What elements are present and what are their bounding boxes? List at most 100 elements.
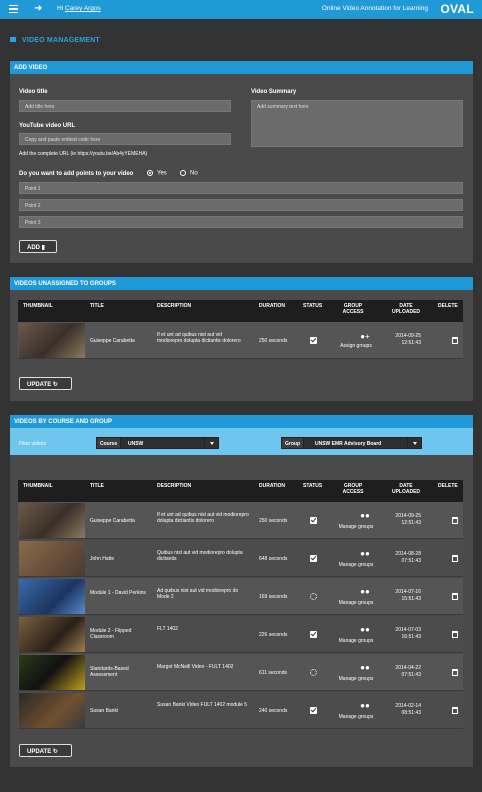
row-title: Guiseppe Carabetta [90, 518, 135, 524]
top-bar: ➜ Hi Carey Argos Online Video Annotation… [0, 0, 482, 19]
radio-yes-button[interactable] [147, 170, 153, 176]
radio-no[interactable]: No [180, 170, 198, 177]
group-select[interactable]: Group UNSW EMR Advisory Board [281, 437, 422, 449]
table-row: Susan Banki Susan Banki Video FULT 1402 m… [18, 692, 463, 729]
delete-trash-icon[interactable] [452, 555, 458, 562]
delete-trash-icon[interactable] [452, 631, 458, 638]
col-group-access: GROUP ACCESS [342, 483, 364, 495]
video-thumbnail[interactable] [19, 693, 85, 728]
delete-trash-icon[interactable] [452, 707, 458, 714]
video-title-label: Video title [19, 89, 48, 95]
filter-bar: Filter videos Course UNSW Group UNSW EMR… [10, 428, 473, 455]
points-question: Do you want to add points to your video [19, 171, 134, 177]
update-button[interactable]: UPDATE ↻ [19, 744, 72, 757]
delete-trash-icon[interactable] [452, 669, 458, 676]
row-time: 16:51:43 [401, 634, 421, 640]
status-processing-icon [310, 669, 317, 676]
manage-groups-link[interactable]: Manage groups [336, 638, 376, 644]
by-course-table-header: THUMBNAIL TITLE DESCRIPTION DURATION STA… [18, 480, 463, 502]
row-description: FLT 1402 [157, 626, 178, 632]
row-time: 07:51:43 [401, 672, 421, 678]
col-description: DESCRIPTION [157, 483, 192, 489]
video-thumbnail[interactable] [19, 541, 85, 576]
group-select-label: Group [282, 438, 304, 448]
col-date-uploaded: DATE UPLOADED [391, 483, 421, 495]
assign-groups-link[interactable]: Assign groups [336, 343, 376, 349]
col-title: TITLE [90, 303, 104, 309]
status-processing-icon [310, 593, 317, 600]
col-duration: DURATION [259, 303, 286, 309]
row-duration: 250 seconds [259, 338, 288, 344]
sign-out-icon[interactable]: ➜ [34, 3, 42, 15]
row-description: Ad quibus nist aut vid modiorepro do Mod… [157, 588, 239, 600]
chevron-down-icon[interactable] [204, 438, 218, 448]
video-thumbnail[interactable] [19, 579, 85, 614]
radio-yes[interactable]: Yes [147, 170, 167, 177]
row-title: John Hatte [90, 556, 115, 562]
row-duration: 611 seconds [259, 670, 287, 676]
row-time: 12:51:43 [401, 520, 421, 526]
row-duration: 240 seconds [259, 708, 288, 714]
unassigned-header: VIDEOS UNASSIGNED TO GROUPS [10, 279, 473, 290]
col-title: TITLE [90, 483, 104, 489]
youtube-url-input[interactable]: Copy and paste embed code here [19, 133, 231, 145]
row-date: 2014-02-14 [395, 703, 421, 709]
table-row: Standards-Based Assessment Margot McNeill… [18, 654, 463, 691]
hamburger-icon[interactable] [9, 5, 18, 13]
add-video-button[interactable]: ADD ▮ [19, 240, 57, 253]
status-done-icon [310, 555, 317, 562]
video-thumbnail[interactable] [19, 503, 85, 538]
video-thumbnail[interactable] [19, 617, 85, 652]
manage-groups-link[interactable]: Manage groups [336, 676, 376, 682]
point-input-1[interactable]: Point 1 [19, 182, 463, 194]
manage-groups-link[interactable]: Manage groups [336, 714, 376, 720]
oval-logo[interactable]: OVAL [440, 2, 474, 16]
row-time: 07:51:43 [401, 558, 421, 564]
assign-groups-icon[interactable]: ●+ [343, 332, 387, 341]
refresh-icon: ↻ [52, 749, 58, 755]
user-name-link[interactable]: Carey Argos [65, 5, 101, 12]
update-button[interactable]: UPDATE ↻ [19, 377, 72, 390]
status-done-icon [310, 707, 317, 714]
delete-trash-icon[interactable] [452, 517, 458, 524]
table-row: Module 1 - David Perkins Ad quibus nist a… [18, 578, 463, 615]
point-input-3[interactable]: Point 3 [19, 216, 463, 228]
manage-groups-icon[interactable]: ●● [343, 625, 387, 634]
manage-groups-icon[interactable]: ●● [343, 587, 387, 596]
table-row: Guiseppe Carabetta If et unt ad quibus ni… [18, 502, 463, 539]
videos-by-course-panel: VIDEOS BY COURSE AND GROUP Filter videos… [10, 415, 473, 767]
radio-no-button[interactable] [180, 170, 186, 176]
course-select-value: UNSW [128, 441, 144, 447]
col-status: STATUS [303, 483, 323, 489]
group-select-value: UNSW EMR Advisory Board [315, 441, 382, 447]
refresh-icon: ↻ [52, 382, 58, 388]
manage-groups-icon[interactable]: ●● [343, 511, 387, 520]
row-date: 2014-09-25 [395, 513, 421, 519]
manage-groups-icon[interactable]: ●● [343, 549, 387, 558]
manage-groups-link[interactable]: Manage groups [336, 600, 376, 606]
row-time: 12:51:43 [401, 340, 421, 346]
video-thumbnail[interactable] [19, 323, 85, 358]
by-course-header: VIDEOS BY COURSE AND GROUP [10, 417, 473, 428]
row-date: 2014-09-25 [395, 333, 421, 339]
delete-trash-icon[interactable] [452, 593, 458, 600]
course-select[interactable]: Course UNSW [96, 437, 219, 449]
col-thumbnail: THUMBNAIL [23, 303, 53, 309]
row-description: Quibus nist aut vid modiorepro dolupta d… [157, 550, 243, 562]
video-summary-label: Video Summary [251, 89, 297, 95]
row-description: If et unt ad quibus nist aut vid modiore… [157, 512, 249, 524]
manage-groups-link[interactable]: Manage groups [336, 562, 376, 568]
table-row: John Hatte Quibus nist aut vid modiorepro… [18, 540, 463, 577]
point-input-2[interactable]: Point 2 [19, 199, 463, 211]
row-title: Module 2 - Flipped Classroom [90, 628, 132, 640]
manage-groups-link[interactable]: Manage groups [336, 524, 376, 530]
manage-groups-icon[interactable]: ●● [343, 663, 387, 672]
chevron-down-icon[interactable] [407, 438, 421, 448]
delete-trash-icon[interactable] [452, 337, 458, 344]
row-duration: 648 seconds [259, 556, 288, 562]
row-duration: 169 seconds [259, 594, 288, 600]
manage-groups-icon[interactable]: ●● [343, 701, 387, 710]
video-title-input[interactable]: Add title here [19, 100, 231, 112]
video-thumbnail[interactable] [19, 655, 85, 690]
video-summary-textarea[interactable]: Add summary text here [251, 100, 463, 147]
